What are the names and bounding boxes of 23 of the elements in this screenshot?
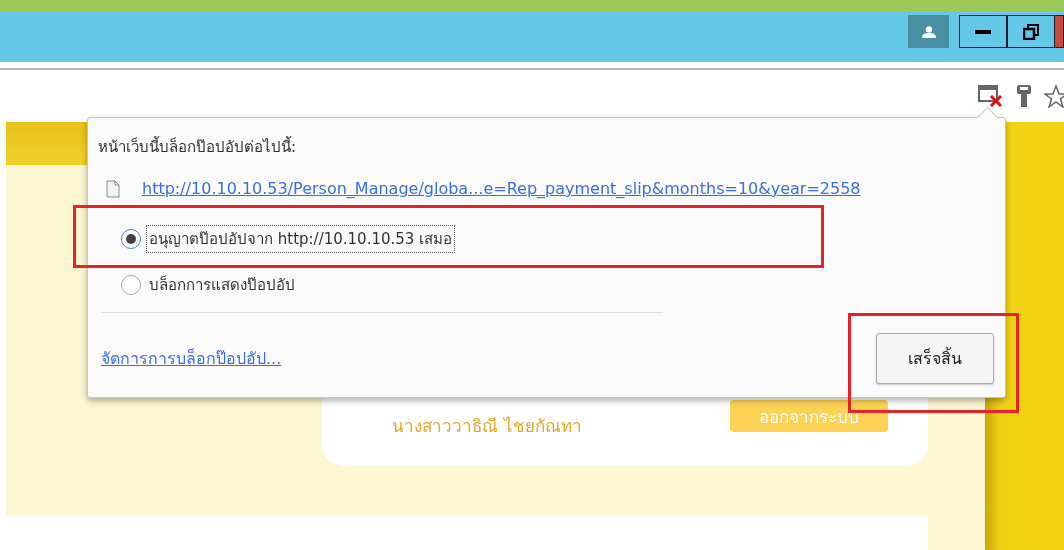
minimize-icon [975, 29, 991, 34]
minimize-button[interactable] [959, 15, 1007, 48]
key-icon [1016, 84, 1032, 108]
close-button[interactable] [1055, 15, 1064, 48]
key-button[interactable] [1016, 84, 1032, 108]
manage-blocking-link[interactable]: จัดการการบล็อกป๊อปอัป... [101, 346, 282, 371]
radio-button[interactable] [121, 275, 141, 295]
bookmark-star-button[interactable] [1044, 84, 1064, 108]
dialog-title: หน้าเว็บนี้บล็อกป๊อปอัปต่อไปนี้: [98, 135, 298, 158]
document-icon [106, 179, 120, 198]
option-label: อนุญาตป๊อปอัปจาก http://10.10.10.53 เสมอ [147, 226, 455, 252]
blocked-url-link[interactable]: http://10.10.10.53/Person_Manage/globa...e=Rep_payment_slip&months=10&year=2558 [142, 179, 861, 198]
user-button[interactable] [908, 15, 949, 48]
restore-icon [1023, 23, 1039, 40]
person-icon [921, 25, 936, 38]
popup-blocked-button[interactable] [978, 84, 1004, 108]
option-label: บล็อกการแสดงป๊อปอัป [148, 274, 296, 296]
restore-button[interactable] [1007, 15, 1055, 48]
star-icon [1044, 84, 1064, 108]
user-name-text: นางสาววาธิณี ไชยกัณทา [392, 415, 582, 438]
done-button[interactable]: เสร็จสิ้น [876, 333, 994, 384]
radio-button[interactable] [121, 229, 141, 249]
blocked-window-icon [978, 84, 1004, 108]
